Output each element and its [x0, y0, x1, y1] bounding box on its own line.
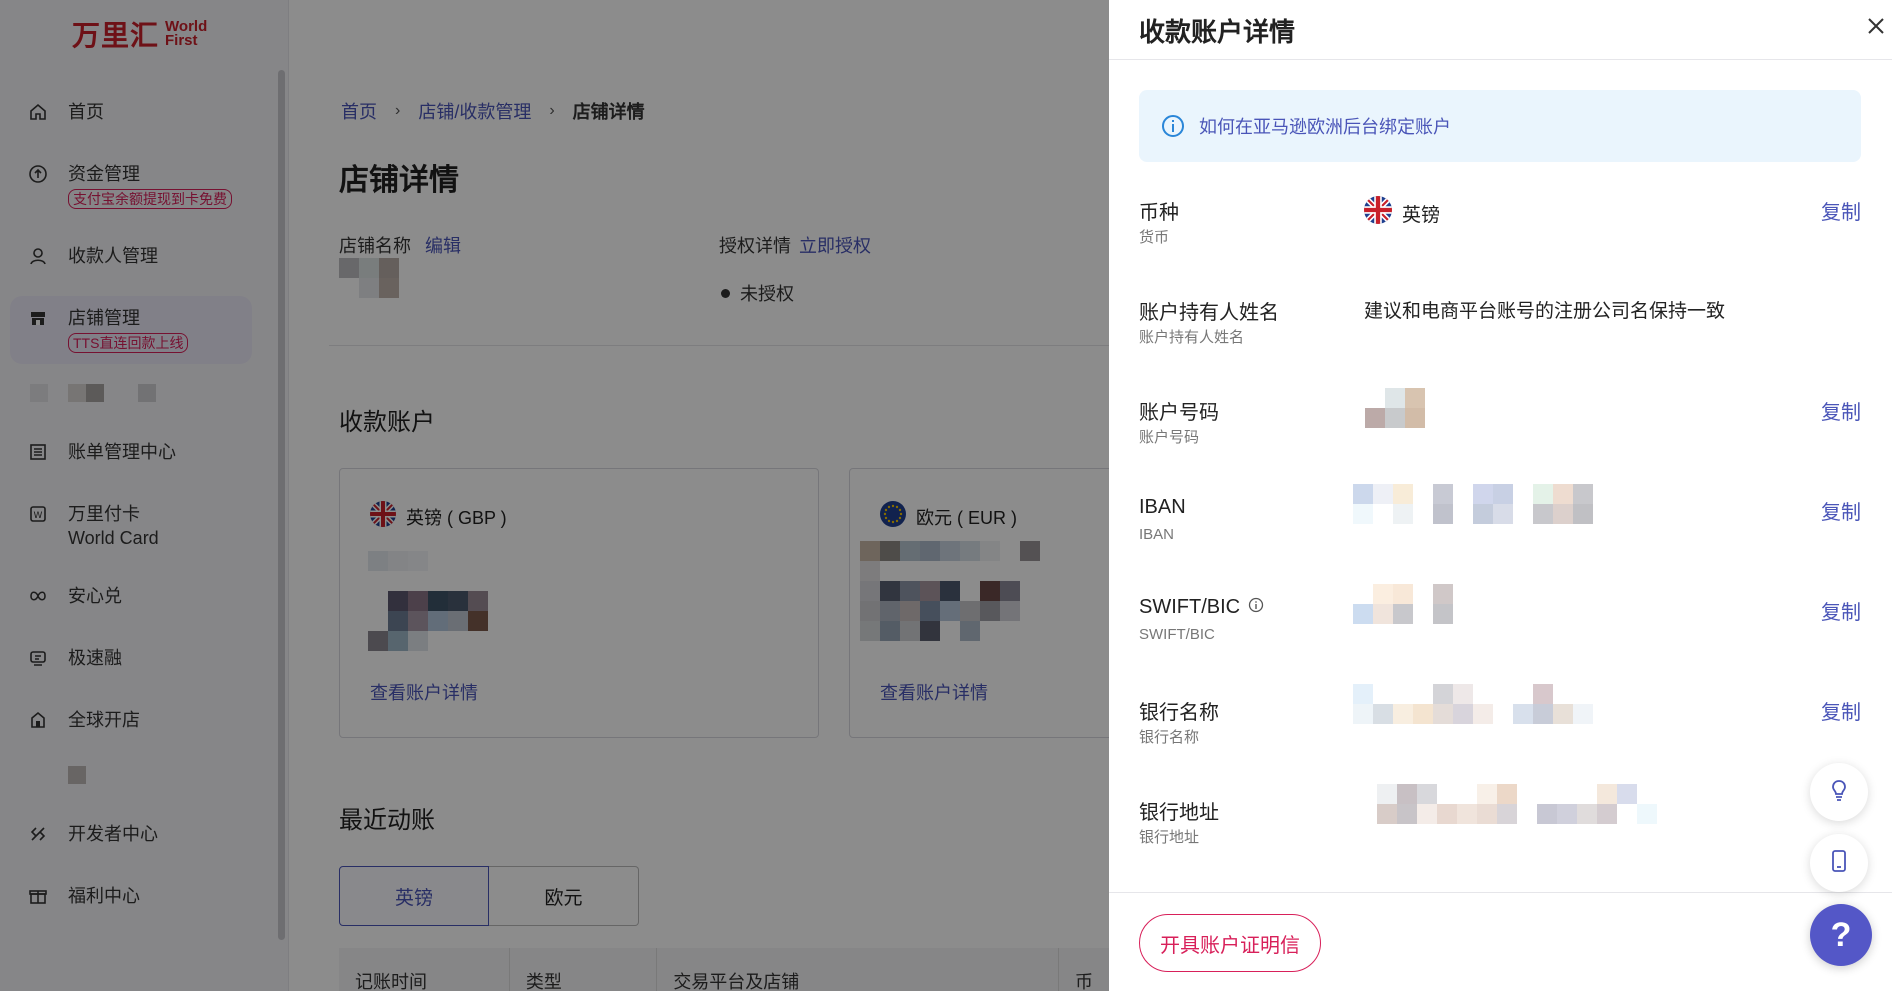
uk-flag-icon: [1364, 196, 1392, 230]
field-account-holder: 账户持有人姓名 账户持有人姓名 建议和电商平台账号的注册公司名保持一致: [1139, 296, 1861, 366]
blurred-account-number: [1365, 388, 1425, 428]
account-holder-value: 建议和电商平台账号的注册公司名保持一致: [1364, 301, 1726, 322]
mobile-app-button[interactable]: [1810, 834, 1868, 892]
field-bank-name: 银行名称 银行名称 复制: [1139, 684, 1861, 766]
field-account-number: 账户号码 账户号码 复制: [1139, 388, 1861, 466]
close-icon[interactable]: [1862, 12, 1890, 40]
lightbulb-icon: [1827, 778, 1851, 807]
copy-account-number-button[interactable]: 复制: [1821, 396, 1861, 425]
tips-button[interactable]: [1810, 763, 1868, 821]
blurred-swift: [1353, 584, 1453, 624]
blurred-bank-name: [1353, 684, 1593, 724]
modal-backdrop[interactable]: [0, 0, 1109, 991]
blurred-iban: [1353, 484, 1593, 524]
copy-swift-button[interactable]: 复制: [1821, 596, 1861, 625]
question-icon: ?: [1830, 915, 1852, 954]
copy-bank-name-button[interactable]: 复制: [1821, 696, 1861, 725]
drawer-title: 收款账户详情: [1139, 17, 1296, 47]
blurred-bank-address: [1357, 784, 1657, 824]
issue-account-certificate-button[interactable]: 开具账户证明信: [1139, 914, 1321, 972]
field-iban: IBAN IBAN 复制: [1139, 484, 1861, 566]
copy-currency-button[interactable]: 复制: [1821, 196, 1861, 225]
amazon-binding-notice[interactable]: 如何在亚马逊欧洲后台绑定账户: [1139, 90, 1861, 162]
account-details-drawer: 收款账户详情 如何在亚马逊欧洲后台绑定账户 币种 货币 英镑 复制 账户持有人姓…: [1109, 0, 1892, 991]
help-button[interactable]: ?: [1810, 904, 1872, 966]
currency-value: 英镑: [1402, 204, 1441, 226]
info-icon: [1161, 114, 1185, 138]
notice-link[interactable]: 如何在亚马逊欧洲后台绑定账户: [1199, 113, 1451, 139]
field-bank-address: 银行地址 银行地址: [1139, 784, 1861, 866]
field-swift: SWIFT/BIC SWIFT/BIC 复制: [1139, 584, 1861, 666]
divider: [1109, 59, 1892, 60]
field-currency: 币种 货币 英镑 复制: [1139, 196, 1861, 266]
copy-iban-button[interactable]: 复制: [1821, 496, 1861, 525]
divider: [1109, 892, 1892, 893]
mobile-phone-icon: [1828, 849, 1850, 878]
info-icon[interactable]: [1248, 596, 1264, 619]
